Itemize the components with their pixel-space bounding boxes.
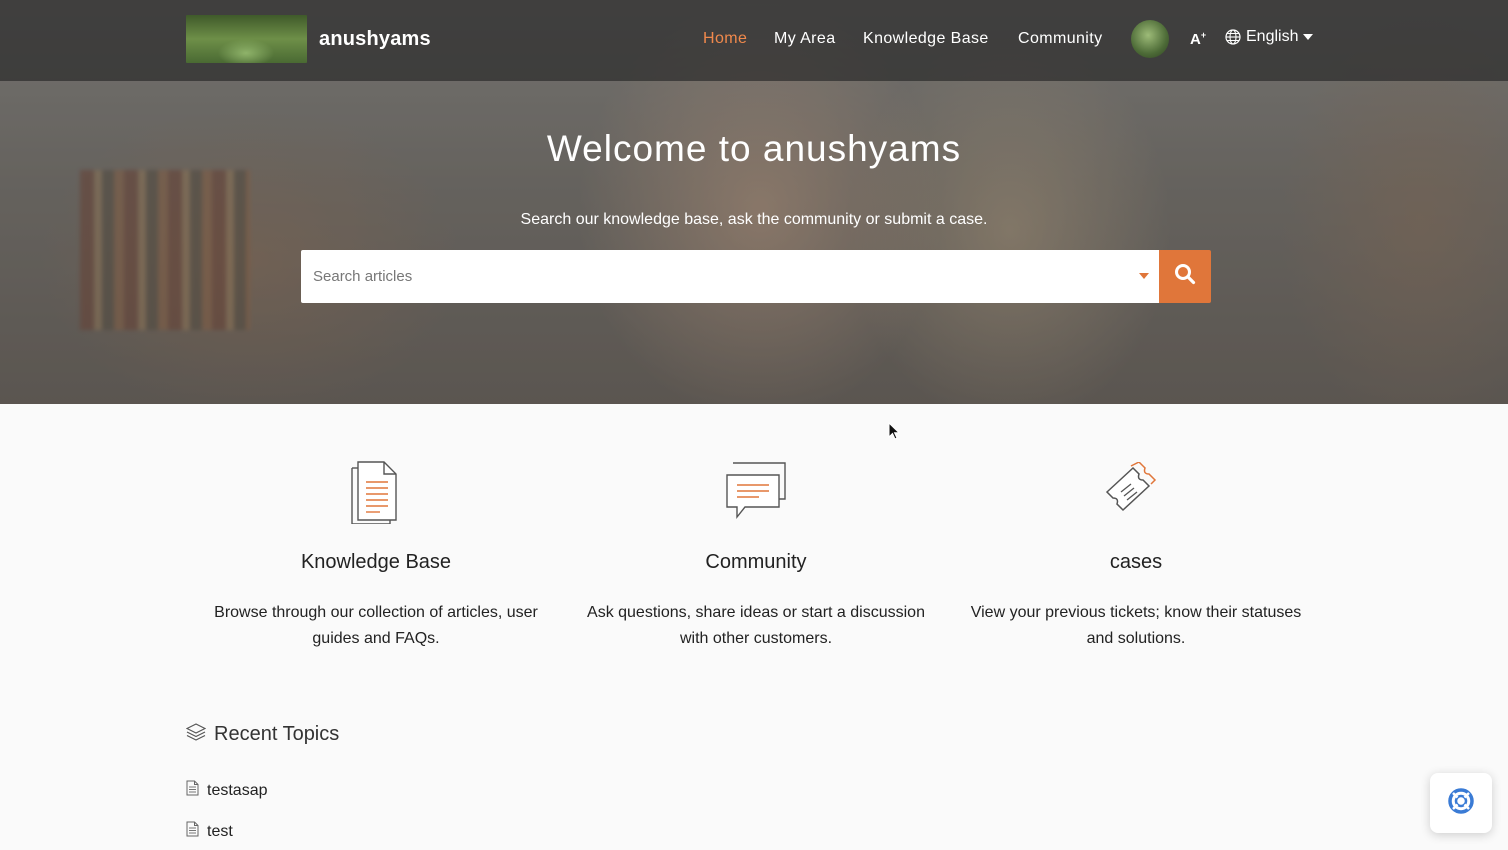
document-icon — [186, 455, 566, 527]
chat-bubbles-icon — [566, 455, 946, 527]
feature-title: Knowledge Base — [300, 551, 452, 573]
globe-icon — [1225, 29, 1241, 45]
nav-link-home[interactable]: Home — [703, 30, 747, 48]
mouse-cursor-icon — [888, 421, 901, 440]
search-container — [301, 250, 1159, 303]
search-icon — [1174, 263, 1196, 290]
feature-community[interactable]: Community Ask questions, share ideas or … — [566, 455, 946, 652]
hero-title: Welcome to anushyams — [546, 128, 962, 169]
top-navbar: anushyams Home My Area Knowledge Base Co… — [0, 0, 1508, 81]
language-label: English — [1246, 28, 1299, 45]
feature-knowledge-base[interactable]: Knowledge Base Browse through our collec… — [186, 455, 566, 652]
document-icon — [186, 821, 199, 842]
ticket-icon — [946, 455, 1326, 527]
avatar[interactable] — [1131, 20, 1169, 58]
lifebuoy-icon — [1447, 787, 1475, 820]
document-icon — [186, 780, 199, 801]
nav-link-community[interactable]: Community — [1018, 30, 1103, 48]
hero-background-decoration — [80, 170, 250, 330]
language-selector[interactable]: English — [1225, 28, 1314, 46]
feature-description: View your previous tickets; know their s… — [970, 604, 1302, 647]
help-widget-button[interactable] — [1430, 773, 1492, 833]
search-button[interactable] — [1159, 250, 1211, 303]
search-filter-dropdown-icon[interactable] — [1139, 273, 1149, 279]
nav-link-knowledge-base[interactable]: Knowledge Base — [863, 30, 989, 48]
feature-title: cases — [1109, 551, 1163, 573]
feature-title: Community — [705, 551, 807, 573]
list-item[interactable]: testasap — [186, 780, 267, 801]
topic-link[interactable]: testasap — [207, 782, 267, 800]
recent-topics-heading: Recent Topics — [185, 722, 340, 747]
font-size-icon[interactable]: A+ — [1190, 30, 1206, 48]
list-item[interactable]: test — [186, 821, 233, 842]
search-input[interactable] — [301, 250, 1121, 303]
hero-subtitle: Search our knowledge base, ask the commu… — [520, 211, 988, 228]
logo-image[interactable] — [186, 15, 307, 63]
font-size-letter: A — [1190, 31, 1201, 48]
topic-link[interactable]: test — [207, 823, 233, 841]
feature-description: Ask questions, share ideas or start a di… — [587, 604, 925, 647]
chevron-down-icon — [1303, 34, 1314, 40]
brand-name[interactable]: anushyams — [319, 28, 431, 51]
feature-cases[interactable]: cases View your previous tickets; know t… — [946, 455, 1326, 652]
nav-link-my-area[interactable]: My Area — [774, 30, 836, 48]
recent-topics-label: Recent Topics — [214, 723, 340, 745]
layers-icon — [185, 722, 207, 747]
feature-description: Browse through our collection of article… — [214, 604, 538, 647]
